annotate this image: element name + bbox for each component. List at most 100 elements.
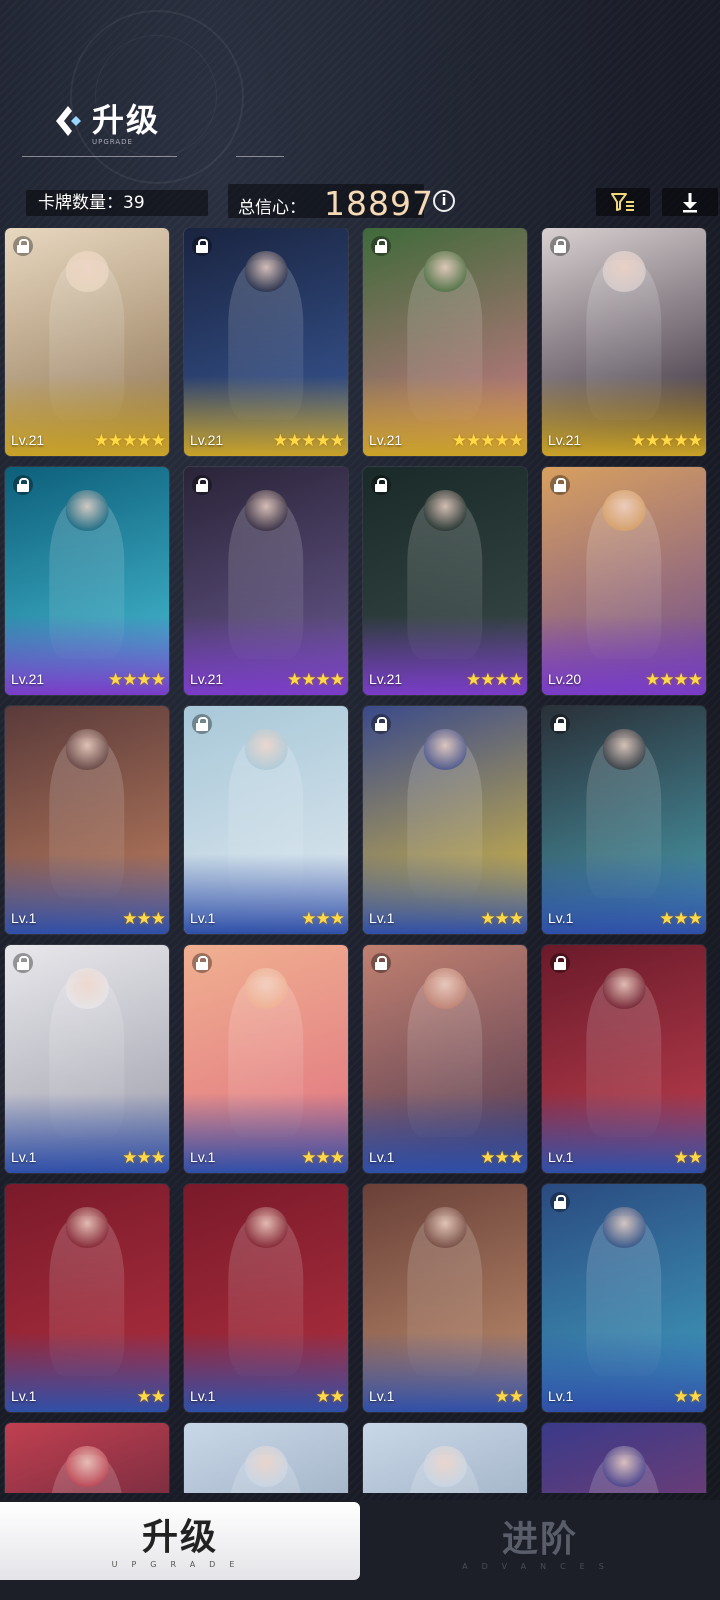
lock-icon[interactable] bbox=[192, 236, 212, 256]
tab-upgrade-label: 升级 bbox=[141, 1517, 218, 1558]
card-character-head bbox=[423, 728, 467, 770]
card-23[interactable] bbox=[363, 1423, 527, 1493]
card-character-head bbox=[244, 489, 288, 531]
lock-icon[interactable] bbox=[371, 953, 391, 973]
tab-advances[interactable]: 进阶 ADVANCES bbox=[360, 1502, 720, 1580]
card-16[interactable]: Lv.1 ★★ bbox=[542, 945, 706, 1173]
card-character-head bbox=[244, 728, 288, 770]
card-15[interactable]: Lv.1 ★★★ bbox=[363, 945, 527, 1173]
card-5[interactable]: Lv.21 ★★★★ bbox=[5, 467, 169, 695]
tab-advances-label: 进阶 bbox=[501, 1519, 578, 1560]
lock-icon[interactable] bbox=[13, 236, 33, 256]
card-character-head bbox=[602, 489, 646, 531]
lock-icon[interactable] bbox=[371, 714, 391, 734]
card-star-rating: ★★★★ bbox=[287, 670, 345, 690]
card-21[interactable] bbox=[5, 1423, 169, 1493]
card-level: Lv.1 bbox=[548, 910, 574, 926]
card-character-head bbox=[423, 489, 467, 531]
card-count-label: 卡牌数量： bbox=[38, 193, 123, 213]
lock-icon[interactable] bbox=[192, 475, 212, 495]
tab-upgrade-sublabel: UPGRADE bbox=[111, 1560, 249, 1569]
card-star-rating: ★★★ bbox=[122, 1148, 166, 1168]
card-level: Lv.1 bbox=[11, 1388, 37, 1404]
card-level: Lv.1 bbox=[190, 1388, 216, 1404]
card-star-rating: ★★★★ bbox=[108, 670, 166, 690]
card-1[interactable]: Lv.21 ★★★★★ bbox=[5, 228, 169, 456]
lock-icon[interactable] bbox=[192, 953, 212, 973]
card-10[interactable]: Lv.1 ★★★ bbox=[184, 706, 348, 934]
lock-icon[interactable] bbox=[550, 1192, 570, 1212]
card-character-head bbox=[602, 1445, 646, 1487]
card-11[interactable]: Lv.1 ★★★ bbox=[363, 706, 527, 934]
card-character-head bbox=[65, 967, 109, 1009]
card-character-head bbox=[65, 1445, 109, 1487]
card-character-head bbox=[244, 967, 288, 1009]
card-6[interactable]: Lv.21 ★★★★ bbox=[184, 467, 348, 695]
card-level: Lv.1 bbox=[369, 910, 395, 926]
card-star-rating: ★★★ bbox=[301, 1148, 345, 1168]
card-character-head bbox=[65, 1206, 109, 1248]
lock-icon[interactable] bbox=[192, 714, 212, 734]
card-2[interactable]: Lv.21 ★★★★★ bbox=[184, 228, 348, 456]
page-subtitle: UPGRADE bbox=[92, 138, 133, 146]
card-14[interactable]: Lv.1 ★★★ bbox=[184, 945, 348, 1173]
info-icon[interactable]: i bbox=[433, 190, 455, 212]
card-3[interactable]: Lv.21 ★★★★★ bbox=[363, 228, 527, 456]
card-level: Lv.1 bbox=[190, 1149, 216, 1165]
lock-icon[interactable] bbox=[550, 714, 570, 734]
card-star-rating: ★★★★ bbox=[466, 670, 524, 690]
card-star-rating: ★★ bbox=[494, 1387, 525, 1407]
card-character-head bbox=[602, 967, 646, 1009]
total-confidence: 总信心： 18897 bbox=[228, 184, 433, 223]
card-13[interactable]: Lv.1 ★★★ bbox=[5, 945, 169, 1173]
card-character-head bbox=[65, 489, 109, 531]
card-star-rating: ★★ bbox=[673, 1387, 704, 1407]
card-star-rating: ★★★ bbox=[659, 909, 703, 929]
card-8[interactable]: Lv.20 ★★★★ bbox=[542, 467, 706, 695]
card-level: Lv.20 bbox=[548, 671, 582, 687]
lock-icon[interactable] bbox=[550, 475, 570, 495]
card-character-head bbox=[423, 967, 467, 1009]
tab-advances-sublabel: ADVANCES bbox=[462, 1562, 618, 1571]
card-12[interactable]: Lv.1 ★★★ bbox=[542, 706, 706, 934]
card-18[interactable]: Lv.1 ★★ bbox=[184, 1184, 348, 1412]
lock-icon[interactable] bbox=[550, 236, 570, 256]
card-9[interactable]: Lv.1 ★★★ bbox=[5, 706, 169, 934]
card-character-head bbox=[602, 728, 646, 770]
download-button[interactable] bbox=[662, 188, 718, 216]
tab-upgrade[interactable]: 升级 UPGRADE bbox=[0, 1502, 360, 1580]
lock-icon[interactable] bbox=[13, 475, 33, 495]
lock-icon[interactable] bbox=[371, 475, 391, 495]
card-character-head bbox=[244, 1445, 288, 1487]
card-19[interactable]: Lv.1 ★★ bbox=[363, 1184, 527, 1412]
card-character-head bbox=[65, 728, 109, 770]
card-star-rating: ★★★★★ bbox=[272, 431, 345, 451]
card-character-head bbox=[244, 250, 288, 292]
card-level: Lv.21 bbox=[190, 671, 224, 687]
lock-icon[interactable] bbox=[13, 953, 33, 973]
card-level: Lv.1 bbox=[11, 910, 37, 926]
card-24[interactable] bbox=[542, 1423, 706, 1493]
card-17[interactable]: Lv.1 ★★ bbox=[5, 1184, 169, 1412]
card-4[interactable]: Lv.21 ★★★★★ bbox=[542, 228, 706, 456]
card-character-head bbox=[423, 1445, 467, 1487]
card-22[interactable] bbox=[184, 1423, 348, 1493]
card-star-rating: ★★★★★ bbox=[630, 431, 703, 451]
download-icon bbox=[683, 193, 697, 213]
header-divider bbox=[22, 156, 177, 157]
card-20[interactable]: Lv.1 ★★ bbox=[542, 1184, 706, 1412]
card-star-rating: ★★★★★ bbox=[93, 431, 166, 451]
filter-icon bbox=[611, 193, 634, 211]
card-character-head bbox=[65, 250, 109, 292]
filter-button[interactable] bbox=[596, 188, 650, 216]
lock-icon[interactable] bbox=[550, 953, 570, 973]
card-level: Lv.1 bbox=[369, 1388, 395, 1404]
card-star-rating: ★★ bbox=[673, 1148, 704, 1168]
upgrade-logo-icon bbox=[56, 106, 81, 136]
card-level: Lv.21 bbox=[190, 432, 224, 448]
card-level: Lv.1 bbox=[190, 910, 216, 926]
card-level: Lv.1 bbox=[369, 1149, 395, 1165]
lock-icon[interactable] bbox=[371, 236, 391, 256]
card-7[interactable]: Lv.21 ★★★★ bbox=[363, 467, 527, 695]
card-level: Lv.1 bbox=[548, 1388, 574, 1404]
